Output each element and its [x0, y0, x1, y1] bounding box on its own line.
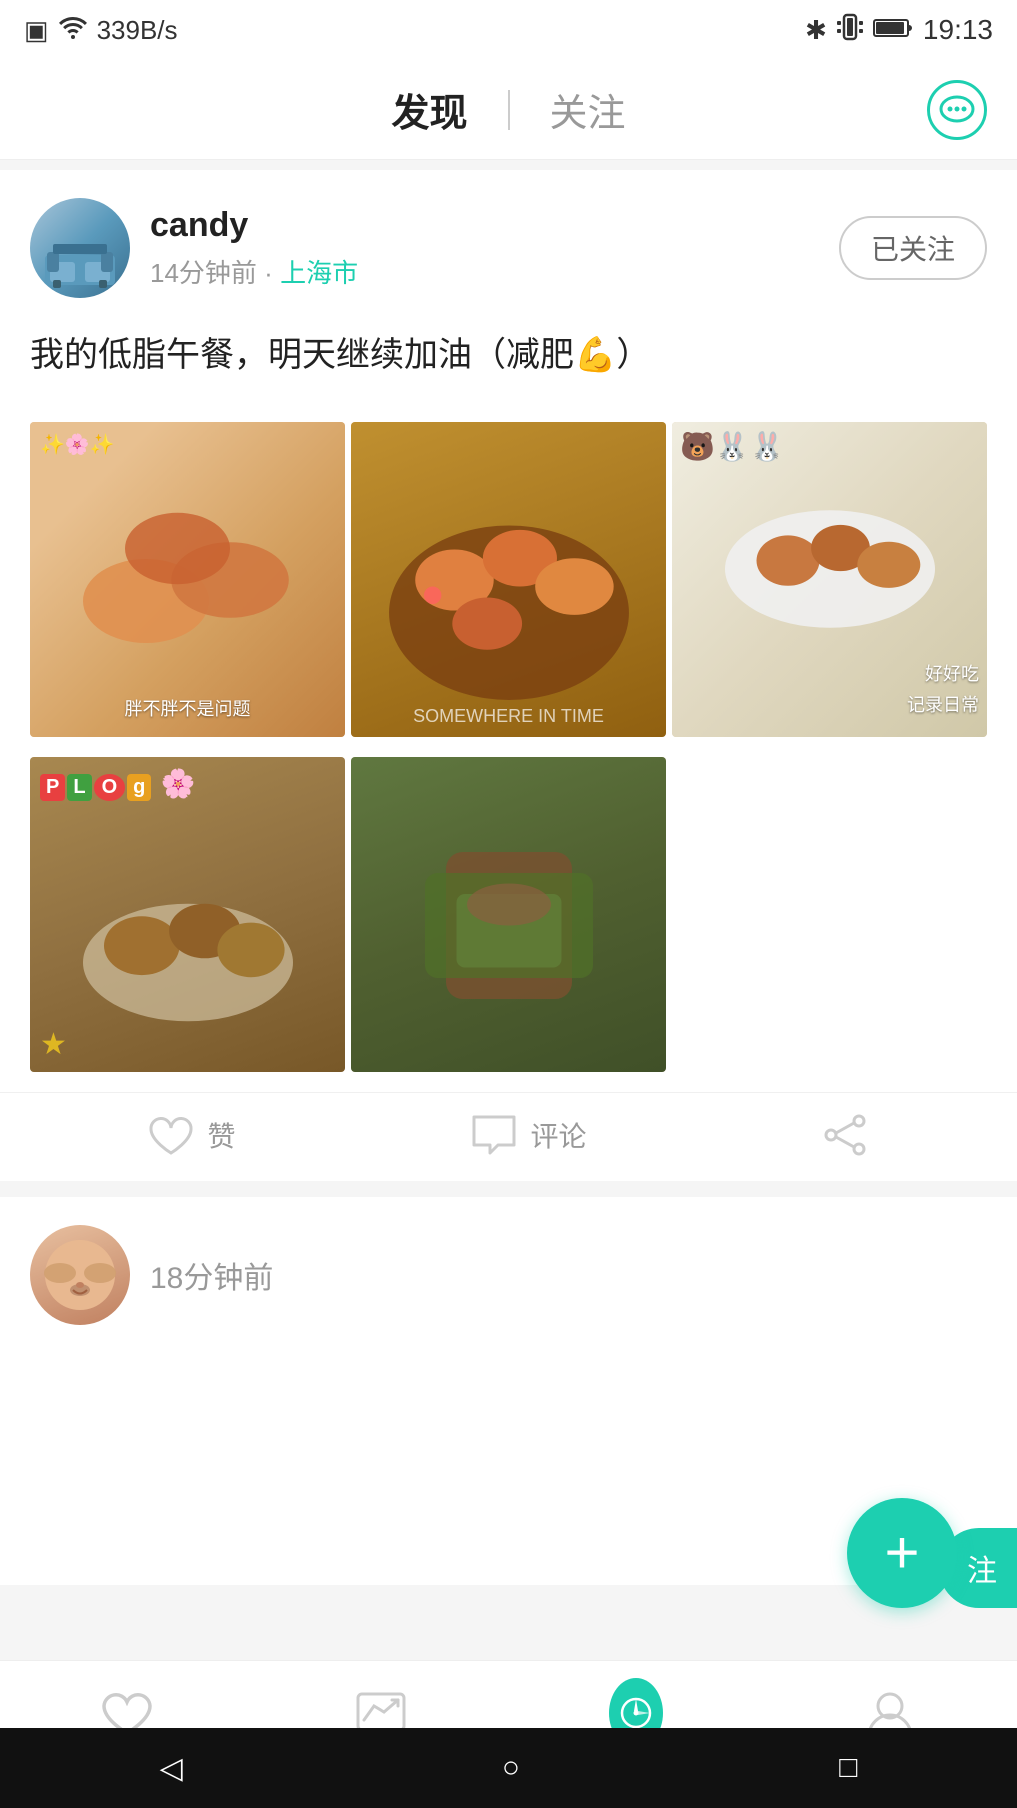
plog-badge: P L O g 🌸: [40, 767, 196, 801]
username: candy: [150, 206, 358, 245]
bluetooth-icon: ✱: [805, 15, 827, 46]
post-divider: [0, 1181, 1017, 1197]
post-time: 14分钟前 · 上海市: [150, 253, 358, 290]
fab-plus-icon: +: [884, 1523, 919, 1583]
food3-overlay-2: 记录日常: [907, 691, 979, 717]
header-tabs: 发现 关注: [351, 82, 665, 137]
post-image-4[interactable]: P L O g 🌸 ★: [30, 757, 345, 1072]
post-card-2: 18分钟前: [0, 1197, 1017, 1345]
recent-button[interactable]: □: [839, 1751, 857, 1785]
post-image-1[interactable]: ✨🌸✨ 胖不胖不是问题: [30, 422, 345, 737]
wifi-icon: [59, 15, 87, 46]
food3-overlay-1: 好好吃: [925, 662, 979, 687]
post-image-2[interactable]: SOMEWHERE IN TIME: [351, 422, 666, 737]
post-card-1: candy 14分钟前 · 上海市 已关注 我的低脂午餐，明天继续加油（减肥💪）…: [0, 170, 1017, 1181]
message-icon-button[interactable]: [927, 80, 987, 140]
food1-overlay: 胖不胖不是问题: [125, 695, 251, 721]
post-user-info: candy 14分钟前 · 上海市: [30, 198, 358, 298]
avatar2-image: [30, 1225, 130, 1325]
network-speed: 339B/s: [97, 15, 178, 46]
post2-header: 18分钟前: [30, 1225, 987, 1325]
fab-follow-label: 注: [967, 1555, 997, 1588]
back-button[interactable]: ◁: [160, 1751, 183, 1786]
share-action[interactable]: [821, 1113, 869, 1157]
tab-discover[interactable]: 发现: [351, 82, 507, 137]
android-nav: ◁ ○ □: [0, 1728, 1017, 1808]
tab-follow[interactable]: 关注: [510, 82, 666, 137]
time-display: 19:13: [923, 14, 993, 46]
food2-overlay: SOMEWHERE IN TIME: [413, 706, 604, 727]
avatar2[interactable]: [30, 1225, 130, 1325]
post-location[interactable]: 上海市: [280, 258, 358, 288]
follow-button[interactable]: 已关注: [839, 216, 987, 280]
action-bar: 赞 评论: [0, 1092, 1017, 1181]
image-grid-row1: ✨🌸✨ 胖不胖不是问题: [0, 422, 1017, 757]
like-action[interactable]: 赞: [147, 1113, 235, 1157]
status-right: ✱ 19:13: [805, 13, 993, 48]
avatar[interactable]: [30, 198, 130, 298]
post-text: 我的低脂午餐，明天继续加油（减肥💪）: [30, 328, 987, 382]
comment-action[interactable]: 评论: [470, 1113, 586, 1157]
post-content: 我的低脂午餐，明天继续加油（减肥💪）: [0, 318, 1017, 422]
feed: candy 14分钟前 · 上海市 已关注 我的低脂午餐，明天继续加油（减肥💪）…: [0, 170, 1017, 1585]
post-header-1: candy 14分钟前 · 上海市 已关注: [0, 170, 1017, 318]
home-button[interactable]: ○: [502, 1751, 520, 1785]
like-label: 赞: [207, 1115, 235, 1155]
header: 发现 关注: [0, 60, 1017, 160]
star-deco: ★: [40, 1027, 67, 1062]
status-bar: ▣ 339B/s ✱ 19:13: [0, 0, 1017, 60]
empty-cell: [672, 757, 987, 1072]
battery-icon: [873, 15, 913, 46]
comment-label: 评论: [530, 1115, 586, 1155]
status-left: ▣ 339B/s: [24, 15, 178, 46]
vibrate-icon: [837, 13, 863, 48]
image-grid-row2: P L O g 🌸 ★: [0, 757, 1017, 1092]
avatar-image: [30, 198, 130, 298]
post-image-3[interactable]: 🐻🐰🐰 好好吃 记录日常: [672, 422, 987, 737]
fab-button[interactable]: +: [847, 1498, 957, 1608]
user-meta: candy 14分钟前 · 上海市: [150, 206, 358, 290]
sim-icon: ▣: [24, 15, 49, 46]
post-image-5[interactable]: [351, 757, 666, 1072]
post2-time: 18分钟前: [150, 1253, 273, 1297]
